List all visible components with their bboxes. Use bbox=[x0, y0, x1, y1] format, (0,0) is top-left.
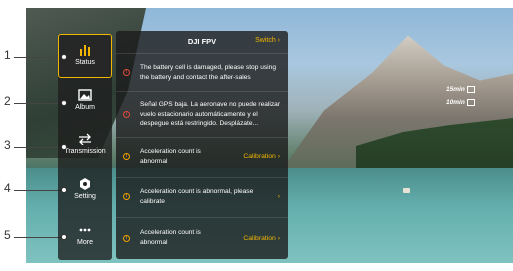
controller-icon bbox=[466, 99, 475, 106]
warning-icon: ! bbox=[123, 235, 130, 242]
callout-1: 1 bbox=[4, 48, 11, 62]
callout-dot-2 bbox=[61, 100, 67, 106]
calibration-button[interactable]: Calibration › bbox=[243, 235, 280, 242]
tab-label: Status bbox=[75, 59, 95, 66]
error-icon: ! bbox=[123, 69, 130, 76]
tab-label: Album bbox=[75, 104, 95, 111]
status-panel: DJI FPV Switch › ! The battery cell is d… bbox=[116, 31, 288, 259]
callout-leader-5 bbox=[14, 237, 64, 238]
panel-header: DJI FPV Switch › bbox=[116, 31, 288, 53]
status-row-4[interactable]: ! Acceleration count is abnormal, please… bbox=[116, 177, 288, 218]
status-message: Acceleration count is abnormal bbox=[140, 148, 201, 165]
callout-dot-1 bbox=[61, 54, 67, 60]
tab-label: More bbox=[77, 239, 93, 246]
callout-3: 3 bbox=[4, 138, 11, 152]
boat bbox=[403, 188, 410, 193]
tab-label: Transmission bbox=[64, 148, 106, 155]
osd-time-2: 10min bbox=[446, 99, 475, 106]
warning-icon: ! bbox=[123, 193, 130, 200]
status-bars-icon bbox=[80, 45, 90, 56]
status-message: Acceleration count is abnormal bbox=[140, 229, 201, 246]
callout-leader-4 bbox=[14, 190, 64, 191]
status-row-2: ! Señal GPS baja. La aeronave no puede r… bbox=[116, 91, 288, 138]
callout-2: 2 bbox=[4, 94, 11, 108]
hexagon-settings-icon bbox=[80, 178, 90, 190]
callout-leader-3 bbox=[14, 147, 64, 148]
osd-time-1: 15min bbox=[446, 86, 475, 93]
switch-button[interactable]: Switch › bbox=[255, 37, 280, 44]
chevron-right-icon[interactable]: › bbox=[278, 193, 280, 200]
tab-label: Setting bbox=[74, 193, 96, 200]
status-message: The battery cell is damaged, please stop… bbox=[140, 64, 276, 81]
callout-leader-1 bbox=[14, 57, 64, 58]
battery-icon bbox=[466, 86, 475, 93]
callout-4: 4 bbox=[4, 181, 11, 195]
callout-5: 5 bbox=[4, 228, 11, 242]
error-icon: ! bbox=[123, 111, 130, 118]
callout-dot-3 bbox=[61, 144, 67, 150]
status-message: Acceleration count is abnormal, please c… bbox=[140, 188, 254, 205]
album-icon bbox=[78, 89, 92, 101]
status-row-3[interactable]: ! Acceleration count is abnormal Calibra… bbox=[116, 137, 288, 178]
callout-dot-4 bbox=[61, 187, 67, 193]
more-dots-icon bbox=[79, 228, 91, 232]
warning-icon: ! bbox=[123, 153, 130, 160]
transmission-arrows-icon bbox=[79, 133, 91, 145]
calibration-button[interactable]: Calibration › bbox=[243, 153, 280, 160]
callout-leader-2 bbox=[14, 103, 64, 104]
status-message: Señal GPS baja. La aeronave no puede rea… bbox=[140, 101, 281, 127]
status-row-5[interactable]: ! Acceleration count is abnormal Calibra… bbox=[116, 217, 288, 260]
status-row-1: ! The battery cell is damaged, please st… bbox=[116, 53, 288, 92]
callout-dot-5 bbox=[61, 234, 67, 240]
